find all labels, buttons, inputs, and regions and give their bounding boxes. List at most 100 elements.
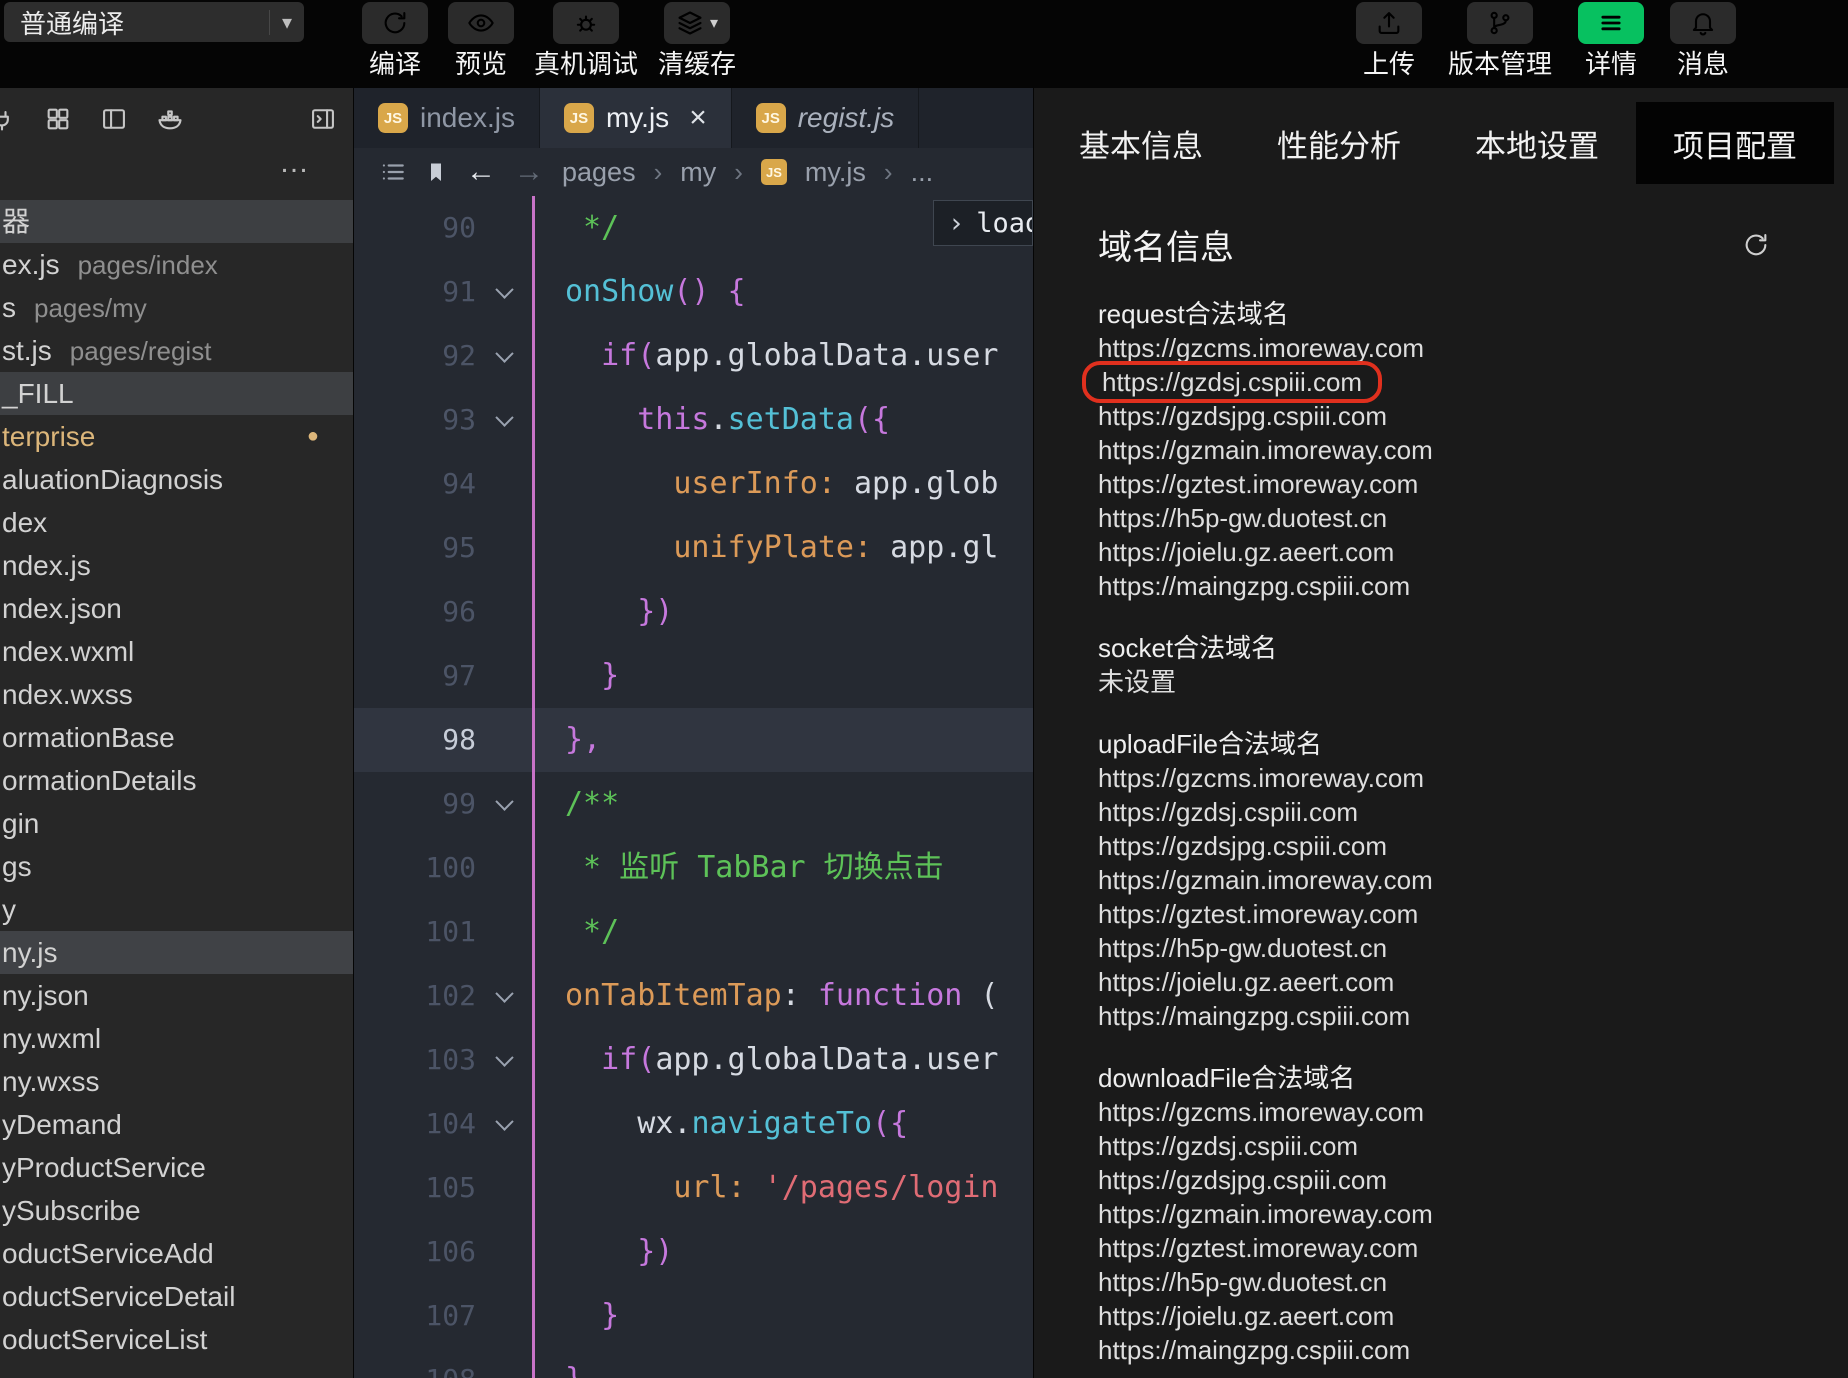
panel-tab-基本信息[interactable]: 基本信息 (1042, 102, 1240, 184)
panel-tab-项目配置[interactable]: 项目配置 (1636, 102, 1834, 184)
list-icon[interactable] (380, 159, 406, 185)
file-tree-item[interactable]: oductServiceList (0, 1318, 353, 1361)
file-tree-item[interactable]: oductServiceDetail (0, 1275, 353, 1318)
code-line-90[interactable]: 90 */ (354, 196, 1033, 260)
line-number[interactable]: 100 (354, 836, 476, 900)
line-number[interactable]: 94 (354, 452, 476, 516)
line-number[interactable]: 104 (354, 1092, 476, 1156)
clear-cache-button[interactable]: ▾ 清缓存 (658, 2, 736, 79)
fold-chevron-icon[interactable] (476, 964, 532, 1028)
file-tree-item[interactable]: ndex.wxss (0, 673, 353, 716)
collapse-sidebar-icon[interactable] (309, 105, 337, 133)
file-tree-item[interactable]: _FILL (0, 372, 353, 415)
fold-chevron-icon[interactable] (476, 324, 532, 388)
fold-chevron-icon[interactable] (476, 388, 532, 452)
file-tree-item[interactable]: ormationDetails (0, 759, 353, 802)
breadcrumb-item[interactable]: ... (911, 157, 934, 188)
grid-icon[interactable] (44, 105, 72, 133)
code-line-97[interactable]: 97 } (354, 644, 1033, 708)
file-tree-item[interactable]: oductServiceAdd (0, 1232, 353, 1275)
file-tree-item[interactable]: ndex.json (0, 587, 353, 630)
file-tree-item[interactable]: ndex.wxml (0, 630, 353, 673)
editor-tab-index-js[interactable]: JS index.js (354, 88, 540, 148)
compile-mode-dropdown[interactable]: 普通编译 ▾ (4, 2, 304, 42)
split-panel-icon[interactable] (100, 105, 128, 133)
file-tree-item[interactable]: ex.js pages/index (0, 243, 353, 286)
fold-chevron-icon[interactable] (476, 260, 532, 324)
code-line-92[interactable]: 92 if(app.globalData.user (354, 324, 1033, 388)
version-button[interactable]: 版本管理 (1448, 2, 1552, 79)
code-line-104[interactable]: 104 wx.navigateTo({ (354, 1092, 1033, 1156)
line-number[interactable]: 103 (354, 1028, 476, 1092)
code-line-95[interactable]: 95 unifyPlate: app.gl (354, 516, 1033, 580)
refresh-icon[interactable] (1742, 231, 1770, 259)
line-number[interactable]: 105 (354, 1156, 476, 1220)
code-line-96[interactable]: 96 }) (354, 580, 1033, 644)
upload-button[interactable]: 上传 (1355, 2, 1422, 79)
file-tree-item[interactable]: terprise ● (0, 415, 353, 458)
code-line-94[interactable]: 94 userInfo: app.glob (354, 452, 1033, 516)
file-tree-item[interactable]: 器 (0, 200, 353, 243)
file-tree-item[interactable]: ormationBase (0, 716, 353, 759)
file-tree-item[interactable]: yDemand (0, 1103, 353, 1146)
line-number[interactable]: 90 (354, 196, 476, 260)
preview-button[interactable]: 预览 (448, 2, 514, 79)
line-number[interactable]: 98 (354, 708, 476, 772)
file-tree-item[interactable]: ny.wxml (0, 1017, 353, 1060)
line-number[interactable]: 97 (354, 644, 476, 708)
fold-chevron-icon[interactable] (476, 772, 532, 836)
details-button[interactable]: 详情 (1578, 2, 1644, 79)
message-button[interactable]: 消息 (1670, 2, 1736, 79)
line-number[interactable]: 106 (354, 1220, 476, 1284)
fold-chevron-icon[interactable] (476, 1028, 532, 1092)
file-tree-item[interactable]: yProductService (0, 1146, 353, 1189)
file-tree-item[interactable]: dex (0, 501, 353, 544)
line-number[interactable]: 102 (354, 964, 476, 1028)
code-line-93[interactable]: 93 this.setData({ (354, 388, 1033, 452)
code-line-98[interactable]: 98}, (354, 708, 1033, 772)
line-number[interactable]: 108 (354, 1348, 476, 1378)
line-number[interactable]: 93 (354, 388, 476, 452)
file-tree-item[interactable]: aluationDiagnosis (0, 458, 353, 501)
file-tree-item[interactable]: ny.wxss (0, 1060, 353, 1103)
plug-icon[interactable] (0, 105, 16, 133)
line-number[interactable]: 99 (354, 772, 476, 836)
line-number[interactable]: 95 (354, 516, 476, 580)
code-line-91[interactable]: 91 onShow() { (354, 260, 1033, 324)
code-line-107[interactable]: 107 } (354, 1284, 1033, 1348)
file-tree-item[interactable]: ySubscribe (0, 1189, 353, 1232)
editor-tab-regist-js[interactable]: JS regist.js (731, 88, 920, 148)
navigate-forward-icon[interactable]: → (514, 155, 544, 189)
compile-button[interactable]: 编译 (362, 2, 428, 79)
code-line-100[interactable]: 100 * 监听 TabBar 切换点击 (354, 836, 1033, 900)
device-debug-button[interactable]: 真机调试 (534, 2, 638, 79)
code-line-102[interactable]: 102 onTabItemTap: function ( (354, 964, 1033, 1028)
line-number[interactable]: 101 (354, 900, 476, 964)
code-line-99[interactable]: 99 /** (354, 772, 1033, 836)
breadcrumb-item[interactable]: my.js (805, 157, 866, 188)
explorer-more-button[interactable]: … (0, 148, 353, 194)
file-tree-item[interactable]: ny.js (0, 931, 353, 974)
file-tree-item[interactable]: ndex.js (0, 544, 353, 587)
docker-icon[interactable] (156, 105, 184, 133)
line-number[interactable]: 96 (354, 580, 476, 644)
code-line-105[interactable]: 105 url: '/pages/login (354, 1156, 1033, 1220)
breadcrumb-item[interactable]: my (680, 157, 716, 188)
file-tree-item[interactable]: s pages/my (0, 286, 353, 329)
navigate-back-icon[interactable]: ← (466, 155, 496, 189)
close-icon[interactable]: × (689, 101, 707, 135)
fold-chevron-icon[interactable] (476, 1092, 532, 1156)
bookmark-icon[interactable] (424, 160, 448, 184)
file-tree-item[interactable]: gin (0, 802, 353, 845)
editor-tab-my-js[interactable]: JS my.js × (539, 88, 732, 148)
panel-tab-本地设置[interactable]: 本地设置 (1438, 102, 1636, 184)
line-number[interactable]: 107 (354, 1284, 476, 1348)
code-line-108[interactable]: 108}, (354, 1348, 1033, 1378)
code-area[interactable]: › load 90 */91onShow() {92 if(app.global… (354, 196, 1033, 1378)
file-tree-item[interactable]: gs (0, 845, 353, 888)
file-tree-item[interactable]: ny.json (0, 974, 353, 1017)
code-line-106[interactable]: 106 }) (354, 1220, 1033, 1284)
panel-tab-性能分析[interactable]: 性能分析 (1240, 102, 1438, 184)
file-tree-item[interactable]: st.js pages/regist (0, 329, 353, 372)
file-tree-item[interactable]: y (0, 888, 353, 931)
